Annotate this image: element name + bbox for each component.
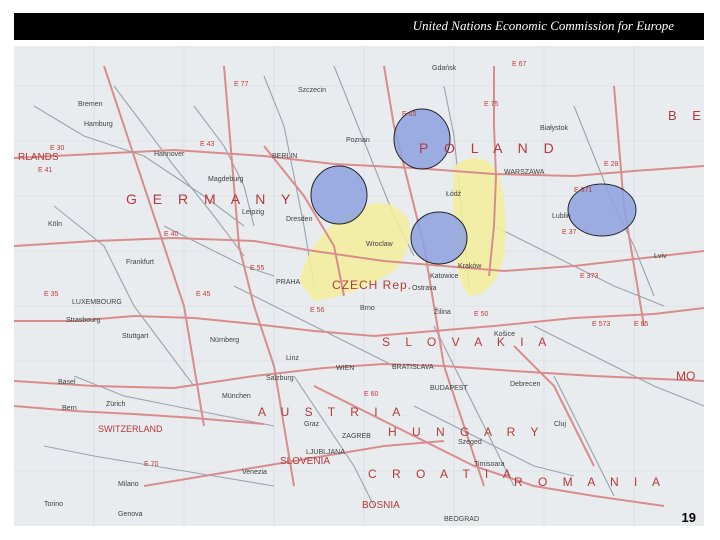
city-label: München: [222, 393, 251, 400]
city-label: LUXEMBOURG: [72, 299, 122, 306]
city-label: Linz: [286, 355, 299, 362]
country-label-croatia: C R O A T I A: [368, 467, 517, 481]
city-label: Bremen: [78, 101, 103, 108]
road-label: E 56: [310, 307, 325, 314]
city-label: Debrecen: [510, 381, 540, 388]
city-label: Szczecin: [298, 87, 326, 94]
city-label: BERLIN: [272, 153, 297, 160]
road-label: E 67: [512, 61, 527, 68]
road-label: E 35: [44, 291, 59, 298]
road-label: E 70: [144, 461, 159, 468]
country-label-germany: G E R M A N Y: [126, 191, 296, 207]
city-label: Poznan: [346, 137, 370, 144]
country-label-poland: P O L A N D: [419, 140, 560, 156]
road-label: E 573: [592, 321, 610, 328]
city-label: Magdeburg: [208, 176, 244, 183]
road-label: E 30: [50, 145, 65, 152]
city-label: BRATISLAVA: [392, 364, 434, 371]
city-label: Stuttgart: [122, 333, 149, 340]
marker-circle-gdansk-region: [393, 108, 451, 170]
city-label: Venezia: [242, 469, 267, 476]
country-label-switzerland: SWITZERLAND: [98, 424, 163, 434]
city-label: WIEN: [336, 365, 354, 372]
header-title: United Nations Economic Commission for E…: [412, 18, 674, 33]
city-label: WARSZAWA: [504, 169, 545, 176]
city-label: Lublin: [552, 213, 571, 220]
city-label: Graz: [304, 421, 320, 428]
road-label: E 60: [364, 391, 379, 398]
country-label-bosnia: BOSNIA: [362, 500, 400, 511]
road-label: E 50: [474, 311, 489, 318]
city-label: Dresden: [286, 216, 313, 223]
city-label: Timisoara: [474, 461, 505, 468]
country-label-hungary: H U N G A R Y: [388, 425, 544, 439]
city-label: Kraków: [458, 263, 482, 270]
city-label: Nürnberg: [210, 337, 239, 344]
city-label: Frankfurt: [126, 259, 154, 266]
road-label: E 85: [634, 321, 649, 328]
city-label: Białystok: [540, 125, 569, 132]
country-label-romania: R O M A N I A: [514, 475, 666, 489]
city-label: BEOGRAD: [444, 516, 479, 523]
country-label-moldova: MO: [676, 369, 695, 383]
page-number: 19: [681, 510, 696, 525]
city-label: BUDAPEST: [430, 385, 468, 392]
road-label: E 40: [164, 231, 179, 238]
country-label-belarus: B E: [668, 108, 704, 123]
country-label-czech: CZECH Rep.: [332, 278, 412, 292]
road-label: E 28: [604, 161, 619, 168]
road-label: E 41: [38, 167, 53, 174]
city-label: Hannover: [154, 151, 185, 158]
city-label: Łódź: [446, 191, 462, 198]
road-map: P O L A N D G E R M A N Y CZECH Rep. S L…: [14, 46, 704, 526]
city-label: Basel: [58, 379, 76, 386]
road-label: E 43: [200, 141, 215, 148]
city-label: Bern: [62, 405, 77, 412]
road-label: E 45: [196, 291, 211, 298]
header-bar: United Nations Economic Commission for E…: [14, 13, 704, 40]
road-label: E 55: [250, 265, 265, 272]
city-label: Hamburg: [84, 121, 113, 128]
city-label: Lviv: [654, 253, 667, 260]
country-label-austria: A U S T R I A: [258, 405, 406, 419]
city-label: Strasbourg: [66, 317, 100, 324]
city-label: Cluj: [554, 421, 567, 428]
city-label: Zürich: [106, 401, 126, 408]
city-label: Ostrava: [412, 285, 437, 292]
country-label-slovenia: SLOVENIA: [280, 456, 330, 467]
marker-circle-katowice-region: [410, 211, 468, 265]
city-label: Genova: [118, 511, 143, 518]
city-label: Leipzig: [242, 209, 264, 216]
road-label: E 37: [562, 229, 577, 236]
city-label: Salzburg: [266, 375, 294, 382]
marker-circle-poznan-region: [310, 165, 368, 225]
road-label: E 77: [234, 81, 249, 88]
city-label: Žilina: [434, 307, 451, 316]
city-label: Torino: [44, 501, 63, 508]
road-label: E 373: [580, 273, 598, 280]
city-label: Brno: [360, 305, 375, 312]
city-label: Košice: [494, 331, 515, 338]
road-label: E 75: [484, 101, 499, 108]
city-label: Köln: [48, 221, 62, 228]
country-label-slovakia: S L O V A K I A: [382, 335, 552, 349]
city-label: Milano: [118, 481, 139, 488]
city-label: LJUBLJANA: [306, 449, 345, 456]
city-label: Wroclaw: [366, 241, 394, 248]
map-canvas: P O L A N D G E R M A N Y CZECH Rep. S L…: [14, 46, 704, 526]
road-label: E 65: [402, 111, 417, 118]
road-label: E 371: [574, 187, 592, 194]
city-label: Gdańsk: [432, 65, 457, 72]
city-label: Szeged: [458, 439, 482, 446]
city-label: Katowice: [430, 273, 459, 280]
city-label: PRAHA: [276, 279, 300, 286]
country-label-netherlands: RLANDS: [18, 152, 59, 163]
city-label: ZAGREB: [342, 433, 371, 440]
